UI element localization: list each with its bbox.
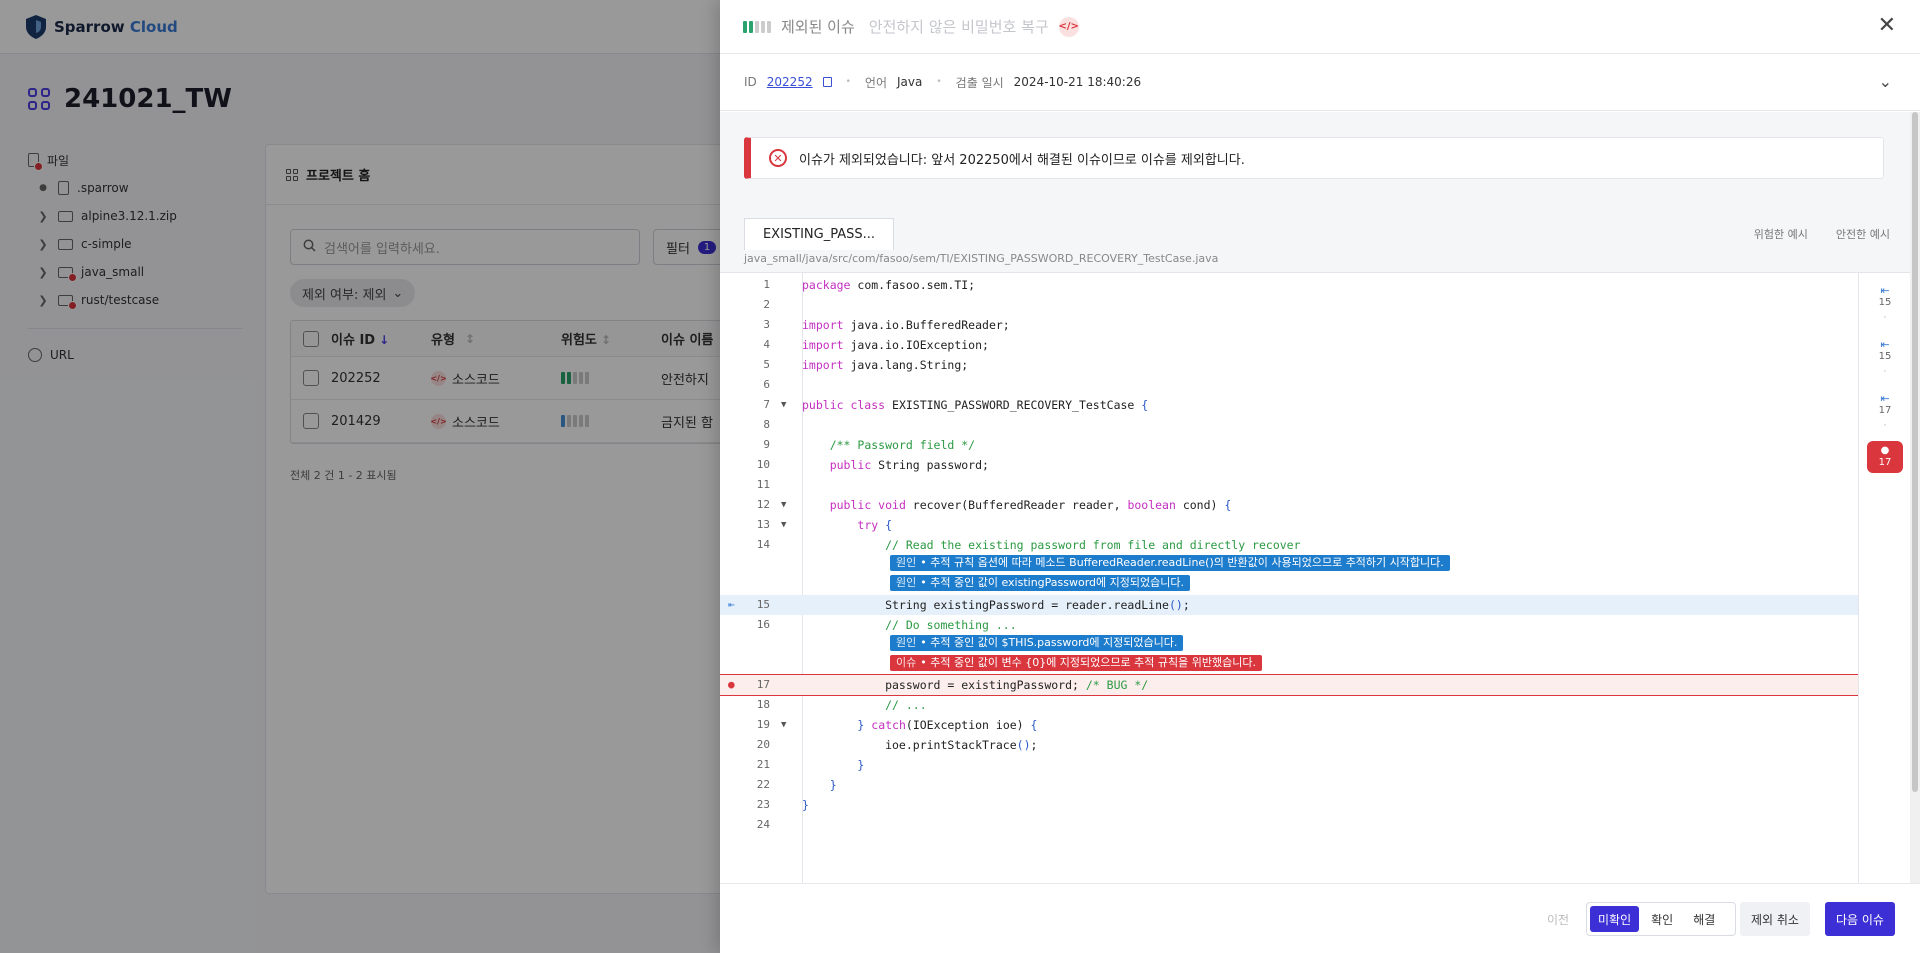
copy-icon[interactable] bbox=[822, 77, 832, 87]
trace-nav-marker[interactable]: ⇤ 15 bbox=[1867, 285, 1903, 309]
scrollbar[interactable] bbox=[1910, 112, 1920, 883]
error-circle-icon: ✕ bbox=[769, 149, 787, 167]
code-line: 20 ioe.printStackTrace(); bbox=[756, 738, 1038, 752]
status-segmented-control: 미확인 확인 해결 bbox=[1586, 902, 1736, 936]
code-line: 7 ▼ public class EXISTING_PASSWORD_RECOVER… bbox=[720, 395, 1858, 415]
issue-annotation: 이슈 • 추적 중인 값이 변수 {0}에 지정되었으므로 추적 규칙을 위반했습… bbox=[890, 655, 1262, 671]
cancel-exclude-button[interactable]: 제외 취소 bbox=[1740, 902, 1810, 936]
status-resolved[interactable]: 해결 bbox=[1685, 906, 1723, 932]
code-line: 16 // Do something ... bbox=[756, 618, 1017, 632]
code-line-highlighted: ⇤ 15 String existingPassword = reader.rea… bbox=[720, 595, 1858, 615]
fold-chevron-icon[interactable]: ▼ bbox=[781, 715, 786, 735]
code-line: 14 // Read the existing password from fi… bbox=[756, 538, 1301, 552]
trace-arrow-icon: ⇤ bbox=[1880, 338, 1890, 351]
trace-nav-marker[interactable]: ⇤ 17 bbox=[1867, 393, 1903, 417]
fold-chevron-icon[interactable]: ▼ bbox=[781, 495, 786, 515]
chevron-down-icon[interactable]: ⌄ bbox=[1879, 72, 1892, 91]
prev-issue-button[interactable]: 이전 bbox=[1530, 902, 1586, 936]
code-line: 9 /** Password field */ bbox=[763, 438, 976, 452]
code-line: 2 bbox=[763, 298, 770, 311]
trace-arrow-icon: ⇤ bbox=[1880, 392, 1890, 405]
code-line: 19 ▼ } catch(IOException ioe) { bbox=[720, 715, 1858, 735]
code-file-tab[interactable]: EXISTING_PASS... bbox=[744, 218, 894, 250]
code-line: 21 } bbox=[756, 758, 865, 772]
example-links: 위험한 예시 안전한 예시 bbox=[1754, 218, 1890, 250]
code-viewer: 1 package com.fasoo.sem.TI; 2 3 import jav… bbox=[720, 272, 1910, 883]
cause-annotation: 원인 • 추적 규칙 옵션에 따라 메소드 BufferedReader.read… bbox=[890, 555, 1450, 571]
fold-chevron-icon[interactable]: ▼ bbox=[781, 515, 786, 535]
code-line: 12 ▼ public void recover(BufferedReader r… bbox=[720, 495, 1858, 515]
dangerous-example-link[interactable]: 위험한 예시 bbox=[1754, 226, 1808, 242]
safe-example-link[interactable]: 안전한 예시 bbox=[1836, 226, 1890, 242]
code-line: 5 import java.lang.String; bbox=[763, 358, 969, 372]
code-line: 8 bbox=[763, 418, 770, 431]
status-confirmed[interactable]: 확인 bbox=[1643, 906, 1681, 932]
trace-arrow-icon: ⇤ bbox=[1880, 284, 1890, 297]
code-line: 1 package com.fasoo.sem.TI; bbox=[763, 278, 976, 292]
code-line: 24 bbox=[756, 818, 770, 831]
code-line-issue: ● 17 password = existingPassword; /* BUG … bbox=[720, 674, 1858, 696]
code-line: 13 ▼ try { bbox=[720, 515, 1858, 535]
code-line: 6 bbox=[763, 378, 770, 391]
cause-annotation: 원인 • 추적 중인 값이 $THIS.password에 지정되었습니다. bbox=[890, 635, 1184, 651]
issue-title: 안전하지 않은 비밀번호 복구 bbox=[868, 18, 1049, 36]
file-path: java_small/java/src/com/fasoo/sem/TI/EXI… bbox=[744, 252, 1219, 265]
status-unconfirmed[interactable]: 미확인 bbox=[1590, 906, 1640, 932]
code-line: 4 import java.io.IOException; bbox=[763, 338, 989, 352]
cause-annotation: 원인 • 추적 중인 값이 existingPassword에 지정되었습니다. bbox=[890, 575, 1190, 591]
issue-meta: ID 202252 • 언어 Java • 검출 일시 2024-10-21 1… bbox=[720, 54, 1920, 111]
error-icon: ● bbox=[1880, 445, 1890, 456]
issue-detail-drawer: 제외된 이슈 안전하지 않은 비밀번호 복구 </> ✕ ID 202252 •… bbox=[720, 0, 1920, 953]
issue-nav-marker[interactable]: ● 17 bbox=[1867, 441, 1903, 473]
next-issue-button[interactable]: 다음 이슈 bbox=[1825, 902, 1895, 936]
close-icon[interactable]: ✕ bbox=[1878, 15, 1896, 37]
source-code-icon: </> bbox=[1058, 16, 1079, 37]
code-line: 22 } bbox=[756, 778, 837, 792]
trace-nav-marker[interactable]: ⇤ 15 bbox=[1867, 339, 1903, 363]
issue-id-link[interactable]: 202252 bbox=[767, 75, 813, 89]
drawer-body: ✕ 이슈가 제외되었습니다: 앞서 202250에서 해결된 이슈이므로 이슈를… bbox=[720, 112, 1920, 883]
severity-bars bbox=[743, 20, 771, 33]
drawer-header: 제외된 이슈 안전하지 않은 비밀번호 복구 </> ✕ bbox=[720, 0, 1920, 54]
code-line: 11 bbox=[756, 478, 770, 491]
fold-chevron-icon[interactable]: ▼ bbox=[781, 395, 786, 415]
code-line: 18 // ... bbox=[756, 698, 927, 712]
drawer-footer: 이전 미확인 확인 해결 제외 취소 다음 이슈 bbox=[720, 883, 1920, 953]
issue-status-title: 제외된 이슈 bbox=[781, 18, 855, 36]
code-line: 23} bbox=[756, 798, 809, 812]
code-line: 3 import java.io.BufferedReader; bbox=[763, 318, 1010, 332]
code-line: 10 public String password; bbox=[756, 458, 989, 472]
excluded-alert: ✕ 이슈가 제외되었습니다: 앞서 202250에서 해결된 이슈이므로 이슈를… bbox=[744, 137, 1884, 179]
